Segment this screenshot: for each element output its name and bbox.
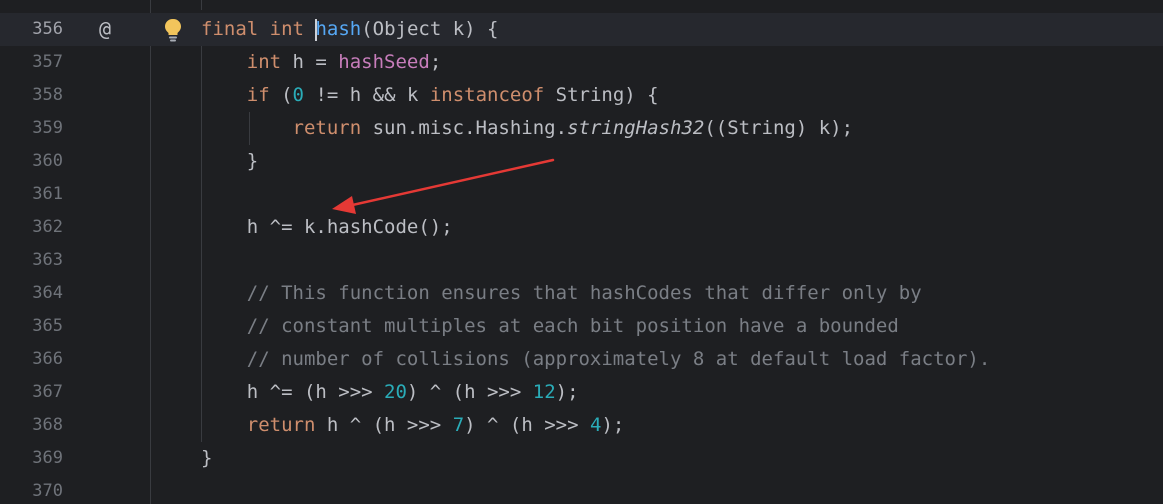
code-token: h ^= k.hashCode(); — [201, 216, 453, 238]
line-number[interactable]: 370 — [0, 475, 63, 504]
line-number[interactable]: 358 — [0, 79, 63, 112]
line-number[interactable]: 363 — [0, 244, 63, 277]
code-text[interactable]: h ^= (h >>> 20) ^ (h >>> 12); — [201, 376, 579, 409]
code-line[interactable]: 362 h ^= k.hashCode(); — [0, 211, 1163, 244]
code-text[interactable]: return sun.misc.Hashing.stringHash32((St… — [201, 112, 854, 145]
code-token: h = — [281, 51, 339, 73]
code-text[interactable]: int h = hashSeed; — [201, 46, 442, 79]
code-token: 20 — [384, 381, 407, 403]
line-number[interactable]: 364 — [0, 277, 63, 310]
code-token: 4 — [589, 414, 602, 436]
line-number[interactable]: 361 — [0, 178, 63, 211]
code-token: if — [246, 84, 270, 106]
line-number[interactable]: 366 — [0, 343, 63, 376]
indent-guide — [249, 112, 250, 145]
line-number[interactable]: 362 — [0, 211, 63, 244]
line-number[interactable]: 356 — [0, 13, 63, 46]
code-line[interactable]: 367 h ^= (h >>> 20) ^ (h >>> 12); — [0, 376, 1163, 409]
code-token: int — [246, 51, 282, 73]
line-number[interactable]: 367 — [0, 376, 63, 409]
line-number[interactable]: 369 — [0, 442, 63, 475]
line-number[interactable]: 357 — [0, 46, 63, 79]
code-token: } — [201, 447, 213, 469]
code-token: 12 — [532, 381, 556, 403]
code-line[interactable]: 366 // number of collisions (approximate… — [0, 343, 1163, 376]
code-token: final — [201, 18, 259, 40]
code-text[interactable]: } — [201, 145, 258, 178]
code-text[interactable]: } — [201, 442, 212, 475]
code-line[interactable]: 357 int h = hashSeed; — [0, 46, 1163, 79]
code-line[interactable]: 370 — [0, 475, 1163, 504]
code-token: hash — [315, 18, 362, 40]
code-line[interactable]: 358 if (0 != h && k instanceof String) { — [0, 79, 1163, 112]
lightbulb-icon[interactable] — [163, 18, 183, 42]
code-line[interactable]: 368 return h ^ (h >>> 7) ^ (h >>> 4); — [0, 409, 1163, 442]
code-token: ) ^ (h >>> — [464, 414, 590, 436]
indent-guide — [201, 0, 202, 10]
override-marker-icon[interactable]: @ — [94, 19, 116, 41]
line-number[interactable]: 365 — [0, 310, 63, 343]
code-token: // number of collisions (approximately 8… — [201, 348, 991, 370]
code-token: stringHash32 — [567, 117, 705, 139]
code-token: 7 — [452, 414, 465, 436]
code-line[interactable]: 364 // This function ensures that hashCo… — [0, 277, 1163, 310]
code-token: 0 — [292, 84, 304, 106]
code-text[interactable]: // number of collisions (approximately 8… — [201, 343, 991, 376]
code-token: != h && k — [304, 84, 430, 106]
code-text[interactable]: return h ^ (h >>> 7) ^ (h >>> 4); — [201, 409, 625, 442]
code-token: } — [201, 150, 259, 172]
line-number[interactable]: 368 — [0, 409, 63, 442]
code-token: String) { — [544, 84, 659, 106]
code-token: ) ^ (h >>> — [406, 381, 533, 403]
code-text[interactable]: if (0 != h && k instanceof String) { — [201, 79, 659, 112]
code-line[interactable]: 361 — [0, 178, 1163, 211]
code-token: ); — [601, 414, 625, 436]
code-token: ((String) k); — [704, 117, 854, 139]
code-token: hashSeed — [338, 51, 430, 73]
code-editor[interactable]: 356 @ final int hash(Object k) {357 int h … — [0, 0, 1163, 504]
code-text[interactable]: h ^= k.hashCode(); — [201, 211, 453, 244]
code-token: sun.misc.Hashing. — [361, 117, 568, 139]
code-line[interactable]: 363 — [0, 244, 1163, 277]
code-token: return — [246, 414, 316, 436]
line-number[interactable]: 360 — [0, 145, 63, 178]
code-token: ; — [429, 51, 442, 73]
code-line[interactable]: 359 return sun.misc.Hashing.stringHash32… — [0, 112, 1163, 145]
code-token: ( — [269, 84, 293, 106]
code-line[interactable]: 369} — [0, 442, 1163, 475]
code-text[interactable]: // This function ensures that hashCodes … — [201, 277, 922, 310]
code-token: // constant multiples at each bit positi… — [201, 315, 899, 337]
code-token: int — [269, 18, 304, 40]
code-token: h ^= (h >>> — [201, 381, 385, 403]
code-line[interactable]: 365 // constant multiples at each bit po… — [0, 310, 1163, 343]
line-number[interactable]: 359 — [0, 112, 63, 145]
code-line[interactable]: 356 @ final int hash(Object k) { — [0, 13, 1163, 46]
code-token: ); — [555, 381, 579, 403]
code-token: (Object k) { — [361, 18, 499, 40]
code-token: return — [292, 117, 362, 139]
code-text[interactable]: final int hash(Object k) { — [201, 13, 498, 46]
indent-guide — [201, 46, 202, 442]
code-text[interactable]: // constant multiples at each bit positi… — [201, 310, 899, 343]
code-token: h ^ (h >>> — [315, 414, 453, 436]
code-token: // This function ensures that hashCodes … — [201, 282, 922, 304]
code-line[interactable]: 360 } — [0, 145, 1163, 178]
code-token: instanceof — [429, 84, 545, 106]
